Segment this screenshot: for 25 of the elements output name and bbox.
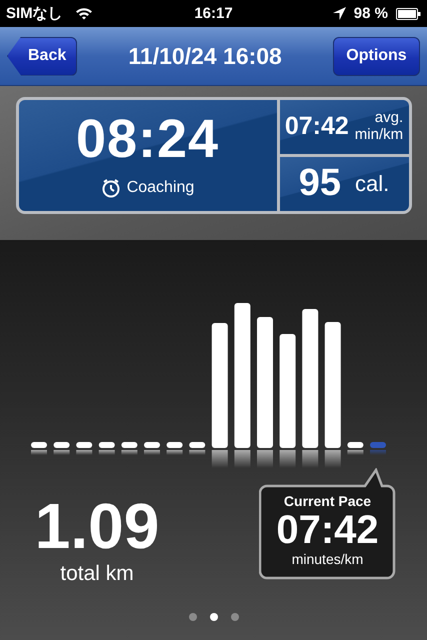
duration-value: 08:24 — [76, 112, 220, 166]
page-dot[interactable] — [188, 613, 196, 621]
clock-time: 16:17 — [194, 5, 233, 22]
battery-percent: 98 % — [354, 5, 388, 22]
coaching-label: Coaching — [126, 179, 194, 197]
calories-value: 95 — [298, 162, 342, 205]
avg-label: avg. — [374, 110, 404, 126]
current-pace-title: Current Pace — [284, 493, 372, 509]
pace-unit-label: min/km — [354, 126, 404, 143]
wifi-icon — [74, 7, 93, 20]
carrier-label: SIMなし — [6, 4, 63, 23]
location-arrow-icon — [332, 7, 346, 20]
stopwatch-icon — [100, 178, 121, 198]
avg-pace-value: 07:42 — [284, 112, 349, 141]
nav-title: 11/10/24 16:08 — [128, 42, 282, 70]
calories-unit: cal. — [355, 170, 390, 196]
distance-value: 1.09 — [34, 494, 160, 558]
current-pace-value: 07:42 — [276, 509, 379, 551]
page-dot[interactable] — [210, 613, 218, 621]
back-button[interactable]: Back — [7, 36, 78, 76]
page-dot[interactable] — [230, 613, 238, 621]
current-pace-unit: minutes/km — [292, 551, 364, 567]
battery-icon — [396, 8, 421, 20]
distance-unit: total km — [60, 562, 134, 586]
options-button[interactable]: Options — [332, 36, 420, 76]
